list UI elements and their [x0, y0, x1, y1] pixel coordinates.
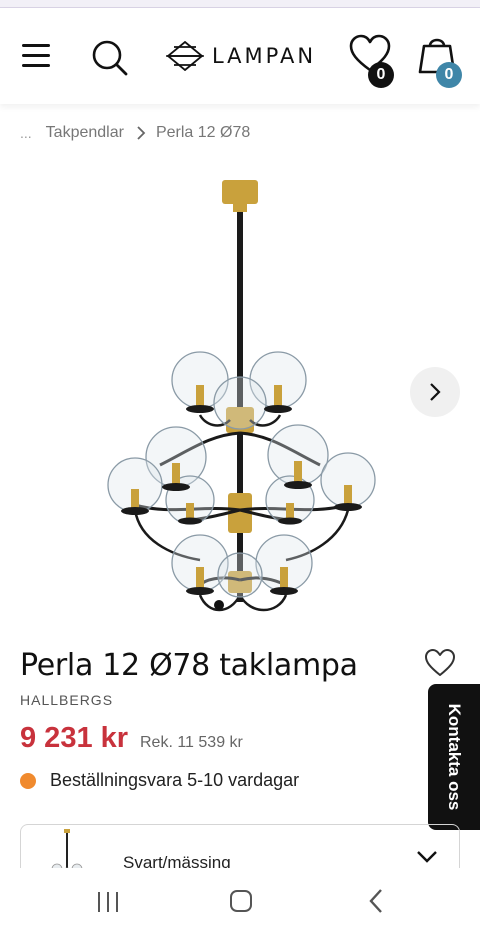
- logo-text: LAMPAN: [212, 44, 317, 68]
- product-gallery[interactable]: [0, 160, 480, 630]
- android-navigation-bar: [0, 868, 480, 936]
- contact-us-label: Kontakta oss: [445, 703, 464, 811]
- recommended-price: Rek. 11 539 kr: [140, 734, 243, 751]
- contact-us-tab[interactable]: Kontakta oss: [428, 684, 480, 830]
- back-chevron-icon: [369, 889, 382, 913]
- cart-button[interactable]: 0: [414, 32, 468, 88]
- product-price: 9 231 kr: [20, 722, 129, 754]
- recent-apps-button[interactable]: [96, 892, 120, 912]
- product-title: Perla 12 Ø78 taklampa: [20, 648, 358, 683]
- wishlist-button[interactable]: 0: [348, 34, 400, 88]
- chevron-right-icon: [136, 126, 146, 140]
- product-brand[interactable]: HALLBERGS: [20, 692, 113, 708]
- breadcrumb: ... Takpendlar Perla 12 Ø78: [20, 122, 250, 144]
- gallery-next-button[interactable]: [410, 367, 460, 417]
- stock-status-dot: [20, 772, 36, 789]
- status-bar-strip: [0, 0, 480, 8]
- search-icon[interactable]: [88, 36, 132, 80]
- hamburger-menu-icon[interactable]: [18, 40, 54, 70]
- breadcrumb-current: Perla 12 Ø78: [155, 124, 251, 141]
- site-header: LAMPAN 0 0: [0, 8, 480, 104]
- product-image-chandelier: [107, 180, 376, 612]
- chevron-right-icon: [430, 383, 441, 401]
- breadcrumb-ellipsis[interactable]: ...: [20, 125, 32, 141]
- logo-mark-icon: [166, 41, 204, 71]
- back-button[interactable]: [366, 888, 386, 914]
- breadcrumb-link-takpendlar[interactable]: Takpendlar: [46, 124, 124, 142]
- add-to-favorites-button[interactable]: [424, 648, 456, 678]
- stock-status: Beställningsvara 5-10 vardagar: [20, 770, 299, 791]
- cart-count-badge: 0: [436, 62, 462, 88]
- wishlist-count-badge: 0: [368, 62, 394, 88]
- heart-outline-icon: [425, 649, 455, 676]
- home-button[interactable]: [230, 890, 252, 912]
- stock-status-text: Beställningsvara 5-10 vardagar: [50, 770, 300, 790]
- chevron-down-icon: [417, 851, 437, 863]
- site-logo[interactable]: LAMPAN: [166, 36, 316, 76]
